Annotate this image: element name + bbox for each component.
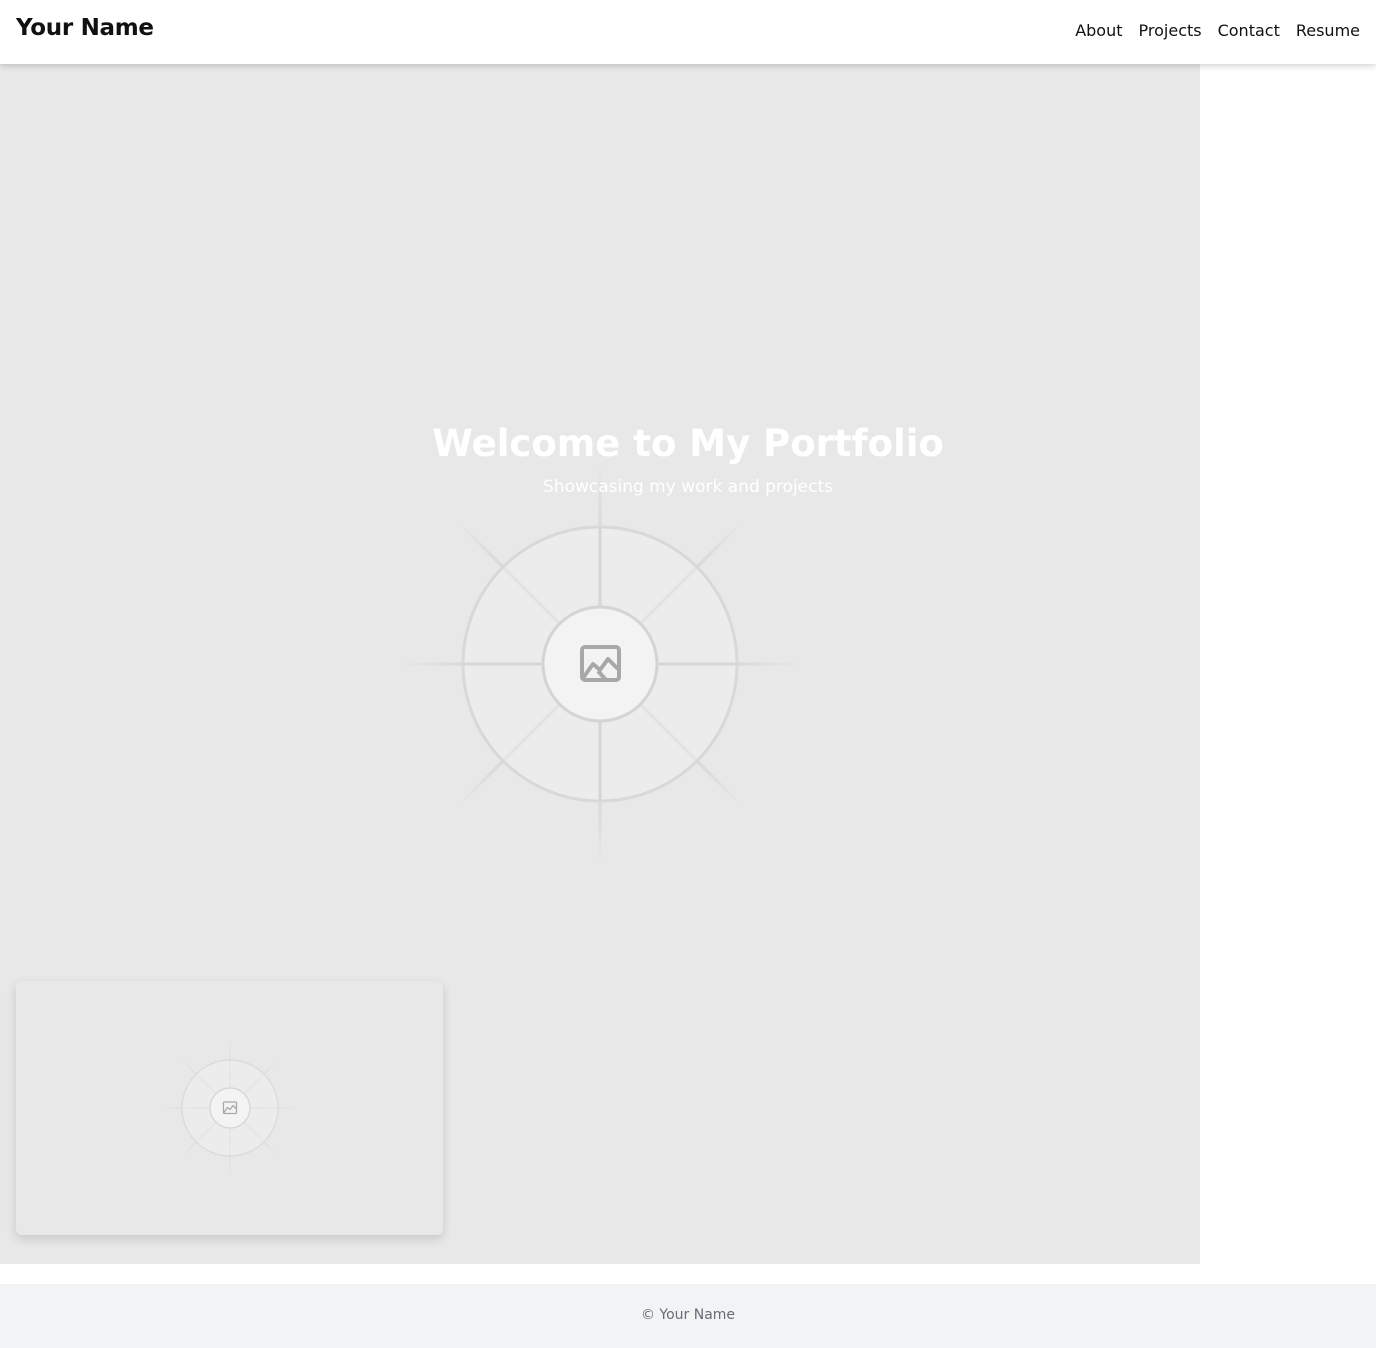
site-brand[interactable]: Your Name (16, 15, 154, 41)
hero-title: Welcome to My Portfolio (432, 422, 944, 465)
main-nav: About Projects Contact Resume (1075, 21, 1360, 40)
hero-section: Welcome to My Portfolio Showcasing my wo… (0, 64, 1200, 1264)
hero-subtitle: Showcasing my work and projects (543, 477, 833, 497)
nav-about-link[interactable]: About (1075, 21, 1122, 40)
project-image-placeholder (160, 1038, 300, 1178)
site-header: Your Name About Projects Contact Resume (0, 0, 1376, 64)
nav-contact-link[interactable]: Contact (1218, 21, 1280, 40)
project-card[interactable] (16, 981, 443, 1235)
site-footer: © Your Name (0, 1284, 1376, 1348)
nav-resume-link[interactable]: Resume (1296, 21, 1360, 40)
footer-copyright: © Your Name (640, 1307, 736, 1323)
nav-projects-link[interactable]: Projects (1139, 21, 1202, 40)
